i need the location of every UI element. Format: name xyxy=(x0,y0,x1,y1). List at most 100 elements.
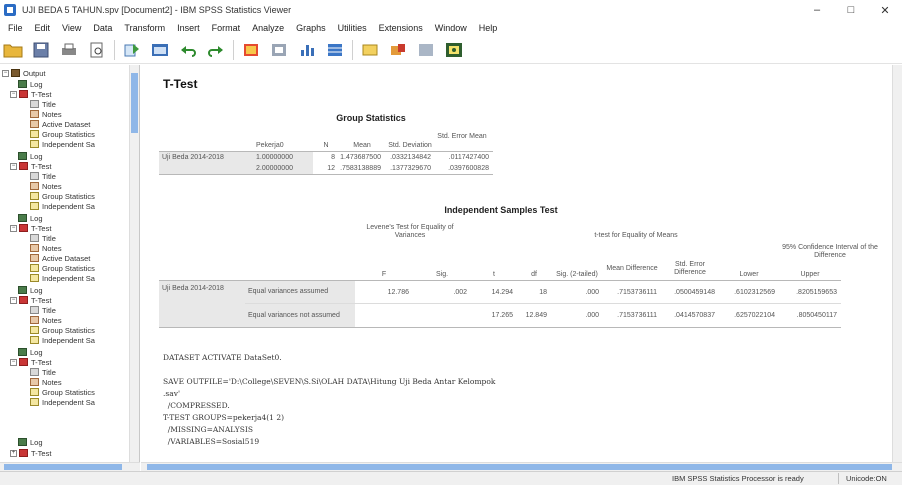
scroll-thumb[interactable] xyxy=(147,464,892,470)
outline-node[interactable]: Active Dataset xyxy=(30,253,90,263)
save-icon[interactable] xyxy=(30,39,52,61)
collapse-toggle[interactable]: − xyxy=(2,69,9,77)
outline-node[interactable]: − Output xyxy=(2,68,46,78)
menu-graphs[interactable]: Graphs xyxy=(290,23,332,33)
output-content-pane[interactable]: T-Test Group Statistics Std. Error Mean … xyxy=(141,65,892,462)
independent-samples-title[interactable]: Independent Samples Test xyxy=(421,205,581,215)
outline-node[interactable]: Log xyxy=(18,347,43,357)
outline-node[interactable]: − T-Test xyxy=(10,223,51,233)
collapse-toggle[interactable]: − xyxy=(10,224,17,232)
outline-node[interactable]: Group Statistics xyxy=(30,325,95,335)
menu-window[interactable]: Window xyxy=(429,23,473,33)
outline-vertical-scrollbar[interactable] xyxy=(129,65,139,462)
menu-edit[interactable]: Edit xyxy=(29,23,57,33)
group-statistics-title[interactable]: Group Statistics xyxy=(311,113,431,123)
outline-node[interactable]: Active Dataset xyxy=(30,119,90,129)
goto-variable-icon[interactable] xyxy=(296,39,318,61)
maximize-button[interactable]: □ xyxy=(834,0,868,20)
close-button[interactable]: ✕ xyxy=(868,0,902,20)
undo-icon[interactable] xyxy=(177,39,199,61)
outline-horizontal-scrollbar[interactable] xyxy=(0,462,140,471)
print-preview-icon[interactable] xyxy=(86,39,108,61)
collapse-toggle[interactable]: − xyxy=(10,358,17,366)
menu-transform[interactable]: Transform xyxy=(118,23,171,33)
recall-dialog-icon[interactable] xyxy=(149,39,171,61)
expand-toggle[interactable]: + xyxy=(10,449,17,457)
group-cell: 1.00000000 xyxy=(253,152,313,163)
outline-node-label: Notes xyxy=(42,315,62,325)
log-icon xyxy=(18,438,27,446)
outline-node[interactable]: Log xyxy=(18,285,43,295)
outline-node[interactable]: Independent Sa xyxy=(30,397,95,407)
outline-node[interactable]: Group Statistics xyxy=(30,129,95,139)
procedure-icon xyxy=(19,358,28,366)
print-icon[interactable] xyxy=(58,39,80,61)
outline-node[interactable]: Independent Sa xyxy=(30,273,95,283)
content-vertical-scrollbar[interactable] xyxy=(892,65,902,462)
menu-insert[interactable]: Insert xyxy=(171,23,206,33)
open-folder-icon[interactable] xyxy=(2,39,24,61)
outline-node[interactable]: Log xyxy=(18,151,43,161)
unicode-status: Unicode:ON xyxy=(846,474,887,483)
menu-data[interactable]: Data xyxy=(87,23,118,33)
collapse-toggle[interactable]: − xyxy=(10,296,17,304)
outline-node-label: Independent Sa xyxy=(42,273,95,283)
outline-node[interactable]: Title xyxy=(30,367,56,377)
menu-help[interactable]: Help xyxy=(473,23,504,33)
goto-data-icon[interactable] xyxy=(240,39,262,61)
menu-format[interactable]: Format xyxy=(206,23,247,33)
outline-node[interactable]: Notes xyxy=(30,109,62,119)
menu-extensions[interactable]: Extensions xyxy=(373,23,429,33)
outline-node[interactable]: Group Statistics xyxy=(30,387,95,397)
procedure-icon xyxy=(19,90,28,98)
outline-node[interactable]: Title xyxy=(30,305,56,315)
outline-node[interactable]: Title xyxy=(30,99,56,109)
goto-case-icon[interactable] xyxy=(268,39,290,61)
outline-node[interactable]: − T-Test xyxy=(10,89,51,99)
outline-node[interactable]: Group Statistics xyxy=(30,191,95,201)
outline-node[interactable]: Title xyxy=(30,171,56,181)
outline-node[interactable]: Independent Sa xyxy=(30,335,95,345)
outline-node[interactable]: Log xyxy=(18,437,43,447)
outline-node[interactable]: + T-Test xyxy=(10,448,51,458)
outline-node[interactable]: Group Statistics xyxy=(30,263,95,273)
menu-analyze[interactable]: Analyze xyxy=(246,23,290,33)
outline-node[interactable]: Notes xyxy=(30,315,62,325)
row-label: Uji Beda 2014-2018 xyxy=(159,152,253,174)
outline-node[interactable]: Notes xyxy=(30,243,62,253)
group-cell: 2.00000000 xyxy=(253,163,313,174)
designate-window-icon[interactable] xyxy=(443,39,465,61)
outline-node[interactable]: Notes xyxy=(30,181,62,191)
outline-node[interactable]: Notes xyxy=(30,377,62,387)
content-horizontal-scrollbar[interactable] xyxy=(141,462,902,471)
variables-icon[interactable] xyxy=(324,39,346,61)
scroll-thumb[interactable] xyxy=(4,464,122,470)
export-icon[interactable] xyxy=(121,39,143,61)
outline-node[interactable]: Title xyxy=(30,233,56,243)
n-cell: 12 xyxy=(327,165,335,172)
outline-pane[interactable]: − Output Log − T-Test Title Notes Active D… xyxy=(0,65,140,462)
outline-node[interactable]: Log xyxy=(18,213,43,223)
outline-node[interactable]: − T-Test xyxy=(10,295,51,305)
menu-view[interactable]: View xyxy=(56,23,87,33)
outline-node[interactable]: Independent Sa xyxy=(30,139,95,149)
collapse-toggle[interactable]: − xyxy=(10,162,17,170)
menu-file[interactable]: File xyxy=(2,23,29,33)
redo-icon[interactable] xyxy=(205,39,227,61)
show-all-icon[interactable] xyxy=(359,39,381,61)
procedure-icon xyxy=(19,162,28,170)
outline-node[interactable]: Log xyxy=(18,79,43,89)
ttest-heading[interactable]: T-Test xyxy=(163,77,197,91)
minimize-button[interactable]: – xyxy=(800,0,834,20)
menu-utilities[interactable]: Utilities xyxy=(332,23,373,33)
outline-node[interactable]: − T-Test xyxy=(10,161,51,171)
outline-node[interactable]: − T-Test xyxy=(10,357,51,367)
col-header: Sig. (2-tailed) xyxy=(556,270,598,278)
collapse-toggle[interactable]: − xyxy=(10,90,17,98)
goto-chart-icon[interactable] xyxy=(415,39,437,61)
insert-output-icon[interactable] xyxy=(387,39,409,61)
ci-header: 95% Confidence Interval of the Differenc… xyxy=(782,244,878,259)
outline-node[interactable]: Independent Sa xyxy=(30,201,95,211)
toolbar-separator xyxy=(114,39,115,60)
scroll-thumb[interactable] xyxy=(131,73,138,133)
